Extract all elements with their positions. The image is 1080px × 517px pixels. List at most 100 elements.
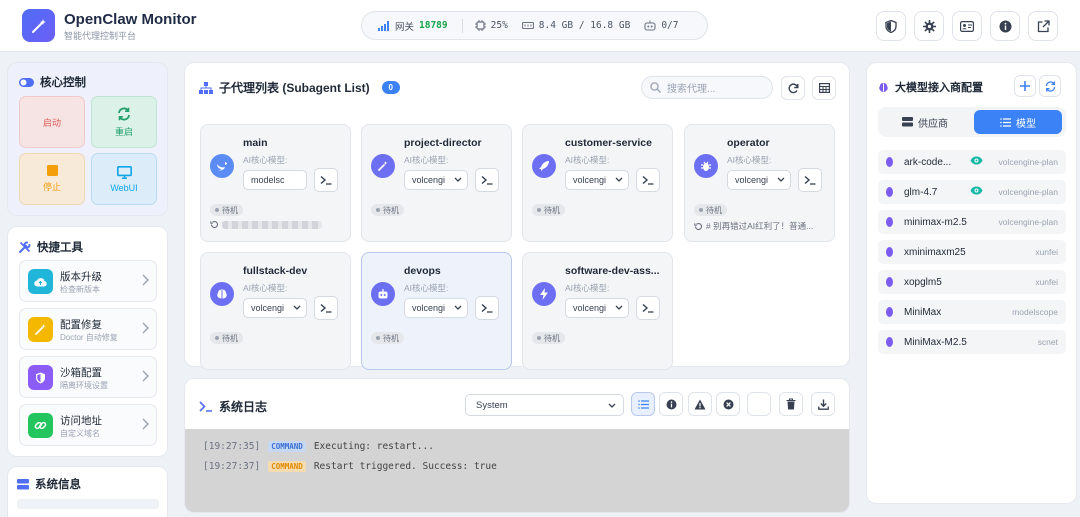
- terminal-icon: [481, 175, 493, 185]
- status-dot: [215, 208, 219, 212]
- status-dot: [537, 208, 541, 212]
- chevron-down-icon: [615, 177, 623, 182]
- settings-button[interactable]: [914, 11, 944, 41]
- model-label: AI核心模型:: [404, 155, 449, 165]
- start-button[interactable]: 启动: [19, 96, 85, 148]
- info-icon: [999, 20, 1011, 32]
- terminal-button[interactable]: [636, 296, 660, 320]
- status-badge: 待机: [210, 204, 243, 216]
- id-card-button[interactable]: [952, 11, 982, 41]
- model-row[interactable]: MiniMax modelscope: [878, 300, 1066, 324]
- app-subtitle: 智能代理控制平台: [64, 31, 137, 41]
- log-info-button[interactable]: [659, 392, 683, 416]
- status-text: 待机: [706, 205, 722, 215]
- shield-icon: [28, 365, 53, 390]
- model-row[interactable]: glm-4.7 volcengine-plan: [878, 180, 1066, 204]
- refresh-agents-button[interactable]: [781, 76, 805, 100]
- table-icon: [818, 83, 830, 93]
- log-blank-button[interactable]: [747, 392, 771, 416]
- model-row[interactable]: MiniMax-M2.5 scnet: [878, 330, 1066, 354]
- agent-card-software-dev-assistant[interactable]: software-dev-ass... AI核心模型: volcengi 待机: [522, 252, 673, 370]
- model-value: volcengi: [573, 303, 607, 313]
- tab-providers[interactable]: 供应商: [881, 110, 969, 134]
- model-select[interactable]: volcengi: [565, 298, 629, 318]
- model-label: AI核心模型:: [404, 283, 449, 293]
- model-row[interactable]: ark-code... volcengine-plan: [878, 150, 1066, 174]
- model-row[interactable]: xminimaxm25 xunfei: [878, 240, 1066, 264]
- sandbox-desc: 隔离环境设置: [60, 381, 108, 390]
- shield-button[interactable]: [876, 11, 906, 41]
- agent-card-operator[interactable]: operator AI核心模型: volcengi 待机 # 别再错过AI红利了…: [684, 124, 835, 242]
- agents-stat: 0/7: [644, 20, 678, 31]
- log-filter-select[interactable]: System: [465, 394, 624, 416]
- terminal-button[interactable]: [636, 168, 660, 192]
- tab-providers-label: 供应商: [918, 118, 948, 130]
- model-select[interactable]: volcengi: [727, 170, 791, 190]
- model-select[interactable]: volcengi: [404, 170, 468, 190]
- agent-card-main[interactable]: main AI核心模型: modelsc 待机: [200, 124, 351, 242]
- provider-name: modelscope: [1012, 307, 1058, 317]
- config-repair-tool[interactable]: 配置修复 Doctor 自动修复: [19, 308, 157, 350]
- status-dot: [376, 336, 380, 340]
- app-header: OpenClaw Monitor 智能代理控制平台 网关 18789 25% 8…: [0, 0, 1080, 52]
- memory-value: 8.4 GB / 16.8 GB: [538, 20, 631, 31]
- status-bar: 网关 18789 25% 8.4 GB / 16.8 GB 0/7: [361, 11, 708, 40]
- lightning-icon: [532, 282, 556, 306]
- model-label: AI核心模型:: [565, 283, 610, 293]
- stop-button[interactable]: 停止: [19, 153, 85, 205]
- tools-icon: [19, 241, 31, 253]
- download-logs-button[interactable]: [811, 392, 835, 416]
- status-text: 待机: [222, 333, 238, 343]
- model-select[interactable]: volcengi: [243, 298, 307, 318]
- model-value: volcengi: [735, 175, 769, 185]
- brain-icon: [879, 82, 888, 92]
- sandbox-tool[interactable]: 沙箱配置 隔离环境设置: [19, 356, 157, 398]
- terminal-button[interactable]: [314, 168, 338, 192]
- brain-icon: [886, 217, 893, 227]
- terminal-button[interactable]: [314, 296, 338, 320]
- sync-providers-button[interactable]: [1039, 75, 1061, 97]
- model-value: volcengi: [251, 303, 285, 313]
- tab-models[interactable]: 模型: [974, 110, 1062, 134]
- hierarchy-icon: [199, 81, 213, 94]
- agent-search-input[interactable]: 搜索代理...: [641, 76, 773, 99]
- status-text: 待机: [222, 205, 238, 215]
- add-provider-button[interactable]: [1014, 75, 1036, 97]
- model-select[interactable]: modelsc: [243, 170, 307, 190]
- upgrade-tool[interactable]: 版本升级 检查新版本: [19, 260, 157, 302]
- access-address-tool[interactable]: 访问地址 自定义域名: [19, 404, 157, 446]
- info-icon: [666, 399, 676, 409]
- model-row[interactable]: xopglm5 xunfei: [878, 270, 1066, 294]
- model-select[interactable]: volcengi: [404, 298, 468, 318]
- terminal-button[interactable]: [475, 168, 499, 192]
- external-link-icon: [1037, 19, 1050, 32]
- model-select[interactable]: volcengi: [565, 170, 629, 190]
- clear-logs-button[interactable]: [779, 392, 803, 416]
- agent-card-customer-service[interactable]: customer-service AI核心模型: volcengi 待机: [522, 124, 673, 242]
- magic-wand-icon: [371, 154, 395, 178]
- brain-icon: [886, 337, 893, 347]
- info-button[interactable]: [990, 11, 1020, 41]
- eye-icon[interactable]: [970, 186, 983, 195]
- log-all-button[interactable]: [631, 392, 655, 416]
- restart-button[interactable]: 重启: [91, 96, 157, 148]
- agent-card-fullstack-dev[interactable]: fullstack-dev AI核心模型: volcengi 待机: [200, 252, 351, 370]
- eye-icon[interactable]: [970, 156, 983, 165]
- external-link-button[interactable]: [1028, 11, 1058, 41]
- terminal-button[interactable]: [798, 168, 822, 192]
- toggle-icon: [19, 77, 34, 87]
- grid-view-button[interactable]: [812, 76, 836, 100]
- log-line: [19:27:35] COMMAND Executing: restart...: [203, 441, 833, 452]
- subagent-count-badge: 0: [381, 81, 400, 94]
- terminal-button[interactable]: [475, 296, 499, 320]
- log-warning-button[interactable]: [688, 392, 712, 416]
- agent-card-devops[interactable]: devops AI核心模型: volcengi 待机: [361, 252, 512, 370]
- log-error-button[interactable]: [716, 392, 740, 416]
- webui-button[interactable]: WebUI: [91, 153, 157, 205]
- rocket-icon: [532, 154, 556, 178]
- agent-card-project-director[interactable]: project-director AI核心模型: volcengi 待机: [361, 124, 512, 242]
- model-row[interactable]: minimax-m2.5 volcengine-plan: [878, 210, 1066, 234]
- log-output: [19:27:35] COMMAND Executing: restart...…: [185, 429, 849, 512]
- search-placeholder: 搜索代理...: [667, 84, 716, 95]
- chevron-down-icon: [454, 177, 462, 182]
